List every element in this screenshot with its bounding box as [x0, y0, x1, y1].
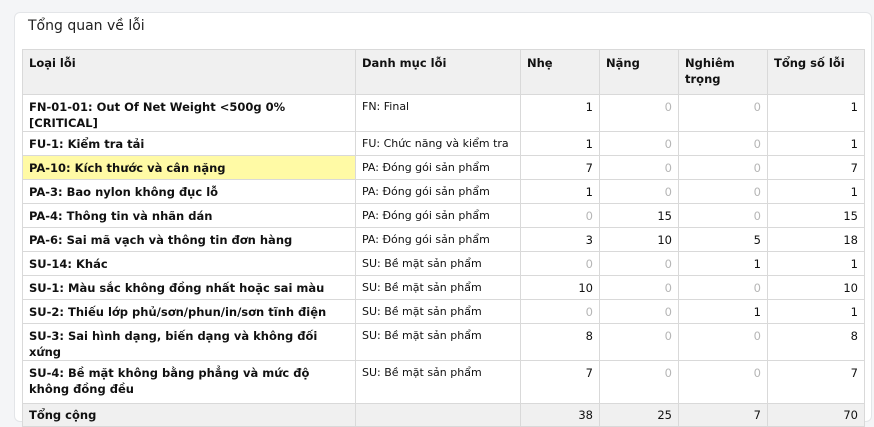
cell-major: 10 — [599, 227, 679, 252]
cell-critical: 0 — [678, 131, 768, 156]
cell-category: SU: Bề mặt sản phẩm — [355, 275, 521, 300]
table-row[interactable]: PA-4: Thông tin và nhãn dán PA: Đóng gói … — [22, 203, 865, 228]
cell-minor: 0 — [520, 203, 600, 228]
cell-major: 0 — [599, 360, 679, 404]
cell-critical: 0 — [678, 203, 768, 228]
cell-total: 15 — [767, 203, 865, 228]
table-header-row: Loại lỗi Danh mục lỗi Nhẹ Nặng Nghiêm tr… — [22, 49, 865, 95]
table-row[interactable]: SU-3: Sai hình dạng, biến dạng và không … — [22, 323, 865, 361]
table-total-row: Tổng cộng 38 25 7 70 — [22, 403, 865, 427]
cell-category: FU: Chức năng và kiểm tra — [355, 131, 521, 156]
defect-table: Loại lỗi Danh mục lỗi Nhẹ Nặng Nghiêm tr… — [22, 49, 865, 427]
total-total: 70 — [767, 403, 865, 427]
cell-type: PA-10: Kích thước và cân nặng — [22, 155, 356, 180]
cell-minor: 7 — [520, 155, 600, 180]
cell-total: 8 — [767, 323, 865, 361]
defect-overview-card: Tổng quan về lỗi Loại lỗi Danh mục lỗi N… — [14, 12, 872, 427]
cell-type: FU-1: Kiểm tra tải — [22, 131, 356, 156]
table-row[interactable]: PA-6: Sai mã vạch và thông tin đơn hàng P… — [22, 227, 865, 252]
total-minor: 38 — [520, 403, 600, 427]
table-row[interactable]: SU-4: Bề mặt không bằng phẳng và mức độ … — [22, 360, 865, 404]
cell-type: SU-2: Thiếu lớp phủ/sơn/phun/in/sơn tĩnh… — [22, 299, 356, 324]
cell-critical: 0 — [678, 360, 768, 404]
cell-minor: 10 — [520, 275, 600, 300]
cell-major: 15 — [599, 203, 679, 228]
cell-type: PA-6: Sai mã vạch và thông tin đơn hàng — [22, 227, 356, 252]
total-major: 25 — [599, 403, 679, 427]
cell-type: FN-01-01: Out Of Net Weight <500g 0% [CR… — [22, 94, 356, 132]
cell-type: SU-3: Sai hình dạng, biến dạng và không … — [22, 323, 356, 361]
cell-minor: 8 — [520, 323, 600, 361]
cell-major: 0 — [599, 94, 679, 132]
cell-type: PA-4: Thông tin và nhãn dán — [22, 203, 356, 228]
cell-type: SU-1: Màu sắc không đồng nhất hoặc sai m… — [22, 275, 356, 300]
column-header-category[interactable]: Danh mục lỗi — [355, 49, 521, 95]
cell-total: 18 — [767, 227, 865, 252]
cell-critical: 0 — [678, 155, 768, 180]
cell-total: 1 — [767, 299, 865, 324]
table-row[interactable]: PA-3: Bao nylon không đục lỗ PA: Đóng gói… — [22, 179, 865, 204]
cell-minor: 3 — [520, 227, 600, 252]
cell-critical: 5 — [678, 227, 768, 252]
column-header-critical[interactable]: Nghiêm trọng — [678, 49, 768, 95]
cell-type: SU-14: Khác — [22, 251, 356, 276]
table-row[interactable]: SU-2: Thiếu lớp phủ/sơn/phun/in/sơn tĩnh… — [22, 299, 865, 324]
table-row[interactable]: SU-1: Màu sắc không đồng nhất hoặc sai m… — [22, 275, 865, 300]
cell-total: 7 — [767, 155, 865, 180]
cell-major: 0 — [599, 323, 679, 361]
cell-minor: 0 — [520, 251, 600, 276]
column-header-minor[interactable]: Nhẹ — [520, 49, 600, 95]
cell-minor: 0 — [520, 299, 600, 324]
cell-major: 0 — [599, 299, 679, 324]
table-row[interactable]: PA-10: Kích thước và cân nặng PA: Đóng gó… — [22, 155, 865, 180]
cell-category: SU: Bề mặt sản phẩm — [355, 251, 521, 276]
total-category-empty — [355, 403, 521, 427]
cell-category: PA: Đóng gói sản phẩm — [355, 203, 521, 228]
cell-critical: 0 — [678, 179, 768, 204]
cell-critical: 1 — [678, 251, 768, 276]
cell-total: 1 — [767, 94, 865, 132]
cell-major: 0 — [599, 251, 679, 276]
table-row[interactable]: FU-1: Kiểm tra tải FU: Chức năng và kiểm … — [22, 131, 865, 156]
cell-category: PA: Đóng gói sản phẩm — [355, 155, 521, 180]
table-body: FN-01-01: Out Of Net Weight <500g 0% [CR… — [22, 94, 865, 427]
cell-minor: 1 — [520, 131, 600, 156]
total-label: Tổng cộng — [22, 403, 356, 427]
cell-total: 10 — [767, 275, 865, 300]
cell-minor: 1 — [520, 94, 600, 132]
cell-minor: 1 — [520, 179, 600, 204]
cell-critical: 0 — [678, 94, 768, 132]
cell-type: PA-3: Bao nylon không đục lỗ — [22, 179, 356, 204]
cell-category: SU: Bề mặt sản phẩm — [355, 299, 521, 324]
cell-category: FN: Final — [355, 94, 521, 132]
column-header-type[interactable]: Loại lỗi — [22, 49, 356, 95]
card-title: Tổng quan về lỗi — [28, 18, 145, 34]
table-row[interactable]: SU-14: Khác SU: Bề mặt sản phẩm 0 0 1 1 — [22, 251, 865, 276]
table-row[interactable]: FN-01-01: Out Of Net Weight <500g 0% [CR… — [22, 94, 865, 132]
cell-total: 1 — [767, 251, 865, 276]
cell-category: SU: Bề mặt sản phẩm — [355, 323, 521, 361]
cell-critical: 0 — [678, 275, 768, 300]
total-critical: 7 — [678, 403, 768, 427]
cell-major: 0 — [599, 275, 679, 300]
cell-category: PA: Đóng gói sản phẩm — [355, 227, 521, 252]
cell-total: 7 — [767, 360, 865, 404]
cell-category: SU: Bề mặt sản phẩm — [355, 360, 521, 404]
cell-category: PA: Đóng gói sản phẩm — [355, 179, 521, 204]
column-header-total[interactable]: Tổng số lỗi — [767, 49, 865, 95]
cell-major: 0 — [599, 179, 679, 204]
cell-major: 0 — [599, 155, 679, 180]
cell-total: 1 — [767, 179, 865, 204]
cell-critical: 1 — [678, 299, 768, 324]
cell-type: SU-4: Bề mặt không bằng phẳng và mức độ … — [22, 360, 356, 404]
cell-total: 1 — [767, 131, 865, 156]
cell-critical: 0 — [678, 323, 768, 361]
cell-minor: 7 — [520, 360, 600, 404]
cell-major: 0 — [599, 131, 679, 156]
column-header-major[interactable]: Nặng — [599, 49, 679, 95]
